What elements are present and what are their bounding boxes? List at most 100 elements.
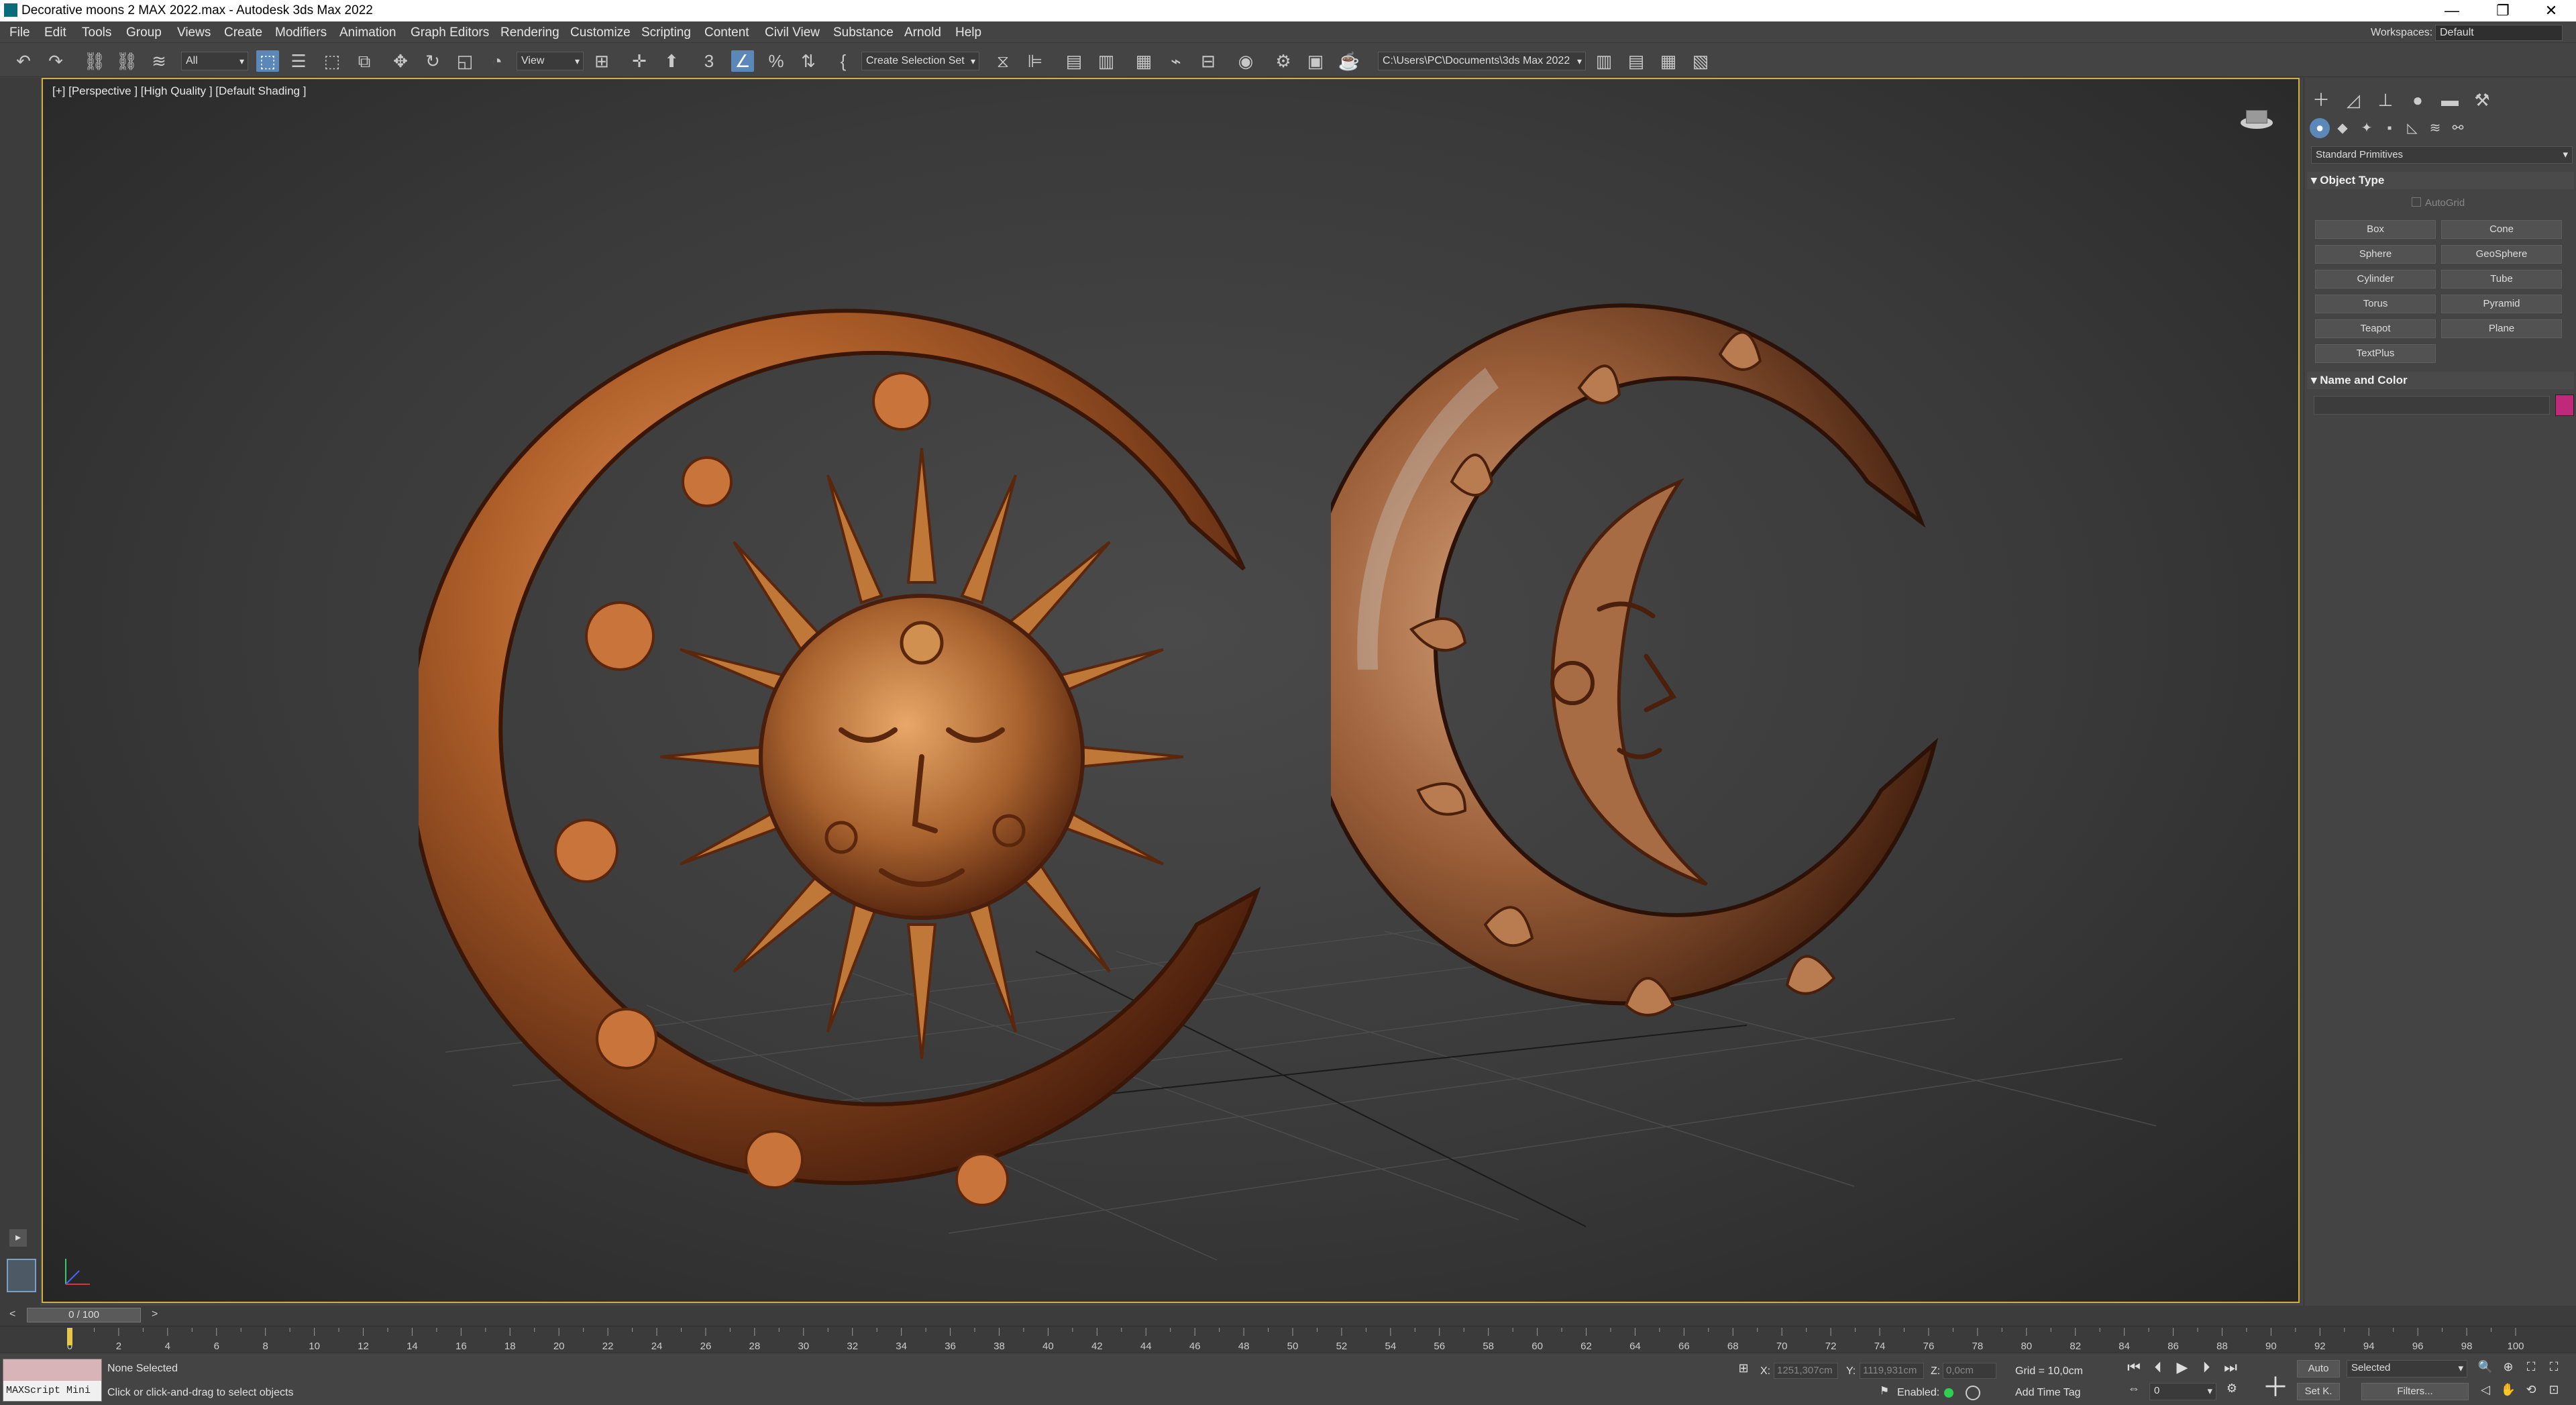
select-by-name-icon[interactable]: ☰ (287, 50, 310, 72)
selection-filter-dropdown[interactable]: All (181, 52, 248, 70)
menu-rendering[interactable]: Rendering (500, 25, 559, 40)
set-project-icon[interactable]: ▦ (1657, 50, 1680, 72)
teapot-button[interactable]: Teapot (2315, 319, 2436, 338)
x-coordinate-field[interactable]: 1251,307cm (1774, 1363, 1838, 1379)
hierarchy-panel-tab[interactable]: ⊥ (2374, 89, 2397, 111)
edit-named-selection-icon[interactable]: { (832, 50, 855, 72)
menu-arnold[interactable]: Arnold (904, 25, 941, 40)
autogrid-checkbox[interactable]: AutoGrid (2412, 197, 2465, 209)
menu-views[interactable]: Views (177, 25, 211, 40)
spinner-snap-icon[interactable]: ⇅ (797, 50, 820, 72)
pivot-center-icon[interactable]: ⊞ (590, 50, 613, 72)
workspaces-dropdown[interactable]: Default (2435, 25, 2563, 41)
link-icon[interactable]: ⛓ (83, 50, 106, 72)
field-of-view-icon[interactable]: ◁ (2475, 1383, 2496, 1397)
maxscript-mini-input[interactable]: MAXScript Mini (3, 1381, 101, 1401)
select-manipulate-icon[interactable]: ✛ (628, 50, 651, 72)
sun-moon-object[interactable] (419, 247, 1318, 1227)
isolate-selection-icon[interactable]: ⊞ (1733, 1361, 1754, 1375)
auto-key-button[interactable]: Auto (2297, 1360, 2340, 1377)
move-icon[interactable]: ✥ (389, 50, 412, 72)
orbit-icon[interactable]: ⟲ (2521, 1383, 2541, 1397)
menu-help[interactable]: Help (955, 25, 981, 40)
project-icon[interactable]: ▥ (1593, 50, 1615, 72)
plane-button[interactable]: Plane (2441, 319, 2562, 338)
motion-panel-tab[interactable]: ● (2406, 89, 2429, 111)
z-coordinate-field[interactable]: 0,0cm (1943, 1363, 1996, 1379)
schematic-view-icon[interactable]: ⊟ (1197, 50, 1220, 72)
render-setup-icon[interactable]: ⚙ (1272, 50, 1295, 72)
time-configuration-icon[interactable]: ⚙ (2222, 1382, 2242, 1396)
current-frame-marker[interactable] (67, 1328, 72, 1345)
tube-button[interactable]: Tube (2441, 270, 2562, 289)
set-key-icon[interactable]: ＋ (2262, 1365, 2289, 1404)
named-selection-set-dropdown[interactable]: Create Selection Set (861, 52, 979, 70)
menu-scripting[interactable]: Scripting (641, 25, 691, 40)
utilities-panel-tab[interactable]: ⚒ (2471, 89, 2493, 111)
window-crossing-icon[interactable]: ⧉ (353, 50, 376, 72)
select-object-icon[interactable]: ⬚ (256, 50, 279, 72)
menu-file[interactable]: File (9, 25, 30, 40)
minimize-button[interactable]: — (2428, 1, 2475, 20)
scene-explorer-icon[interactable]: ▤ (1063, 50, 1085, 72)
object-name-field[interactable] (2314, 396, 2550, 415)
next-frame-icon[interactable]: ⏵ (2196, 1359, 2216, 1376)
helpers-icon[interactable]: ◺ (2402, 118, 2422, 138)
menu-create[interactable]: Create (224, 25, 262, 40)
toggle-ribbon-icon[interactable]: ▦ (1132, 50, 1155, 72)
set-key-button[interactable]: Set K. (2297, 1383, 2340, 1400)
project-settings-icon[interactable]: ▧ (1689, 50, 1712, 72)
track-bar[interactable]: 0 2 4 6 8 10 12 14 16 18 20 22 24 26 28 30 32 34 36 38 40 42 4… (0, 1326, 2576, 1353)
primitive-category-dropdown[interactable]: Standard Primitives (2311, 146, 2573, 164)
percent-snap-icon[interactable]: % (765, 50, 788, 72)
restore-button[interactable]: ❐ (2479, 1, 2526, 20)
zoom-icon[interactable]: 🔍 (2475, 1360, 2496, 1374)
next-frame-arrow-icon[interactable]: > (152, 1308, 158, 1320)
display-panel-tab[interactable]: ▬ (2438, 89, 2461, 111)
project-folder-dropdown[interactable]: C:\Users\PC\Documents\3ds Max 2022 (1378, 52, 1586, 70)
zoom-extents-icon[interactable]: ⛶ (2521, 1360, 2541, 1374)
menu-civil-view[interactable]: Civil View (765, 25, 820, 40)
expand-layout-tab-icon[interactable]: ▸ (9, 1229, 27, 1247)
rendered-frame-window-icon[interactable]: ▣ (1304, 50, 1327, 72)
object-color-swatch[interactable] (2555, 395, 2574, 416)
time-tag-toggle-icon[interactable] (1966, 1386, 1980, 1400)
cameras-icon[interactable]: ▪ (2379, 118, 2400, 138)
bind-space-warp-icon[interactable]: ≋ (148, 50, 170, 72)
zoom-all-icon[interactable]: ⊕ (2498, 1360, 2518, 1374)
space-warps-icon[interactable]: ≋ (2425, 118, 2445, 138)
geosphere-button[interactable]: GeoSphere (2441, 245, 2562, 264)
zoom-extents-all-icon[interactable]: ⛶ (2544, 1360, 2564, 1374)
pyramid-button[interactable]: Pyramid (2441, 295, 2562, 313)
key-mode-toggle-icon[interactable]: ⇔ (2124, 1382, 2144, 1396)
render-production-icon[interactable]: ☕ (1338, 50, 1360, 72)
viewcube[interactable] (2237, 106, 2277, 133)
crescent-moon-object[interactable] (1331, 280, 2002, 1086)
menu-edit[interactable]: Edit (44, 25, 66, 40)
textplus-button[interactable]: TextPlus (2315, 344, 2436, 363)
unlink-icon[interactable]: ⛓ (115, 50, 138, 72)
mirror-icon[interactable]: ⧖ (991, 50, 1014, 72)
perspective-viewport[interactable]: [+] [Perspective ] [High Quality ] [Defa… (42, 78, 2300, 1303)
enabled-indicator-icon[interactable] (1944, 1388, 1953, 1398)
scale-icon[interactable]: ◱ (453, 50, 476, 72)
cone-button[interactable]: Cone (2441, 220, 2562, 239)
geometry-icon[interactable]: ● (2310, 118, 2330, 138)
maximize-viewport-icon[interactable]: ⊡ (2544, 1383, 2564, 1397)
menu-group[interactable]: Group (126, 25, 162, 40)
rotate-icon[interactable]: ↻ (421, 50, 444, 72)
current-frame-field[interactable]: 0 (2149, 1383, 2216, 1400)
object-type-rollout[interactable]: ▾ Object Type (2307, 172, 2574, 189)
adaptive-degradation-icon[interactable]: ⚑ (1874, 1384, 1894, 1398)
material-editor-icon[interactable]: ◉ (1234, 50, 1257, 72)
cylinder-button[interactable]: Cylinder (2315, 270, 2436, 289)
name-color-rollout[interactable]: ▾ Name and Color (2307, 372, 2574, 389)
rectangular-selection-icon[interactable]: ⬚ (321, 50, 343, 72)
y-coordinate-field[interactable]: 1119,931cm (1860, 1363, 1924, 1379)
pan-view-icon[interactable]: ✋ (2498, 1383, 2518, 1397)
open-project-icon[interactable]: ▤ (1625, 50, 1648, 72)
previous-frame-icon[interactable]: ⏴ (2148, 1359, 2168, 1376)
angle-snap-icon[interactable]: ∠ (731, 50, 754, 72)
menu-modifiers[interactable]: Modifiers (275, 25, 327, 40)
key-filter-selection-dropdown[interactable]: Selected (2347, 1360, 2467, 1377)
